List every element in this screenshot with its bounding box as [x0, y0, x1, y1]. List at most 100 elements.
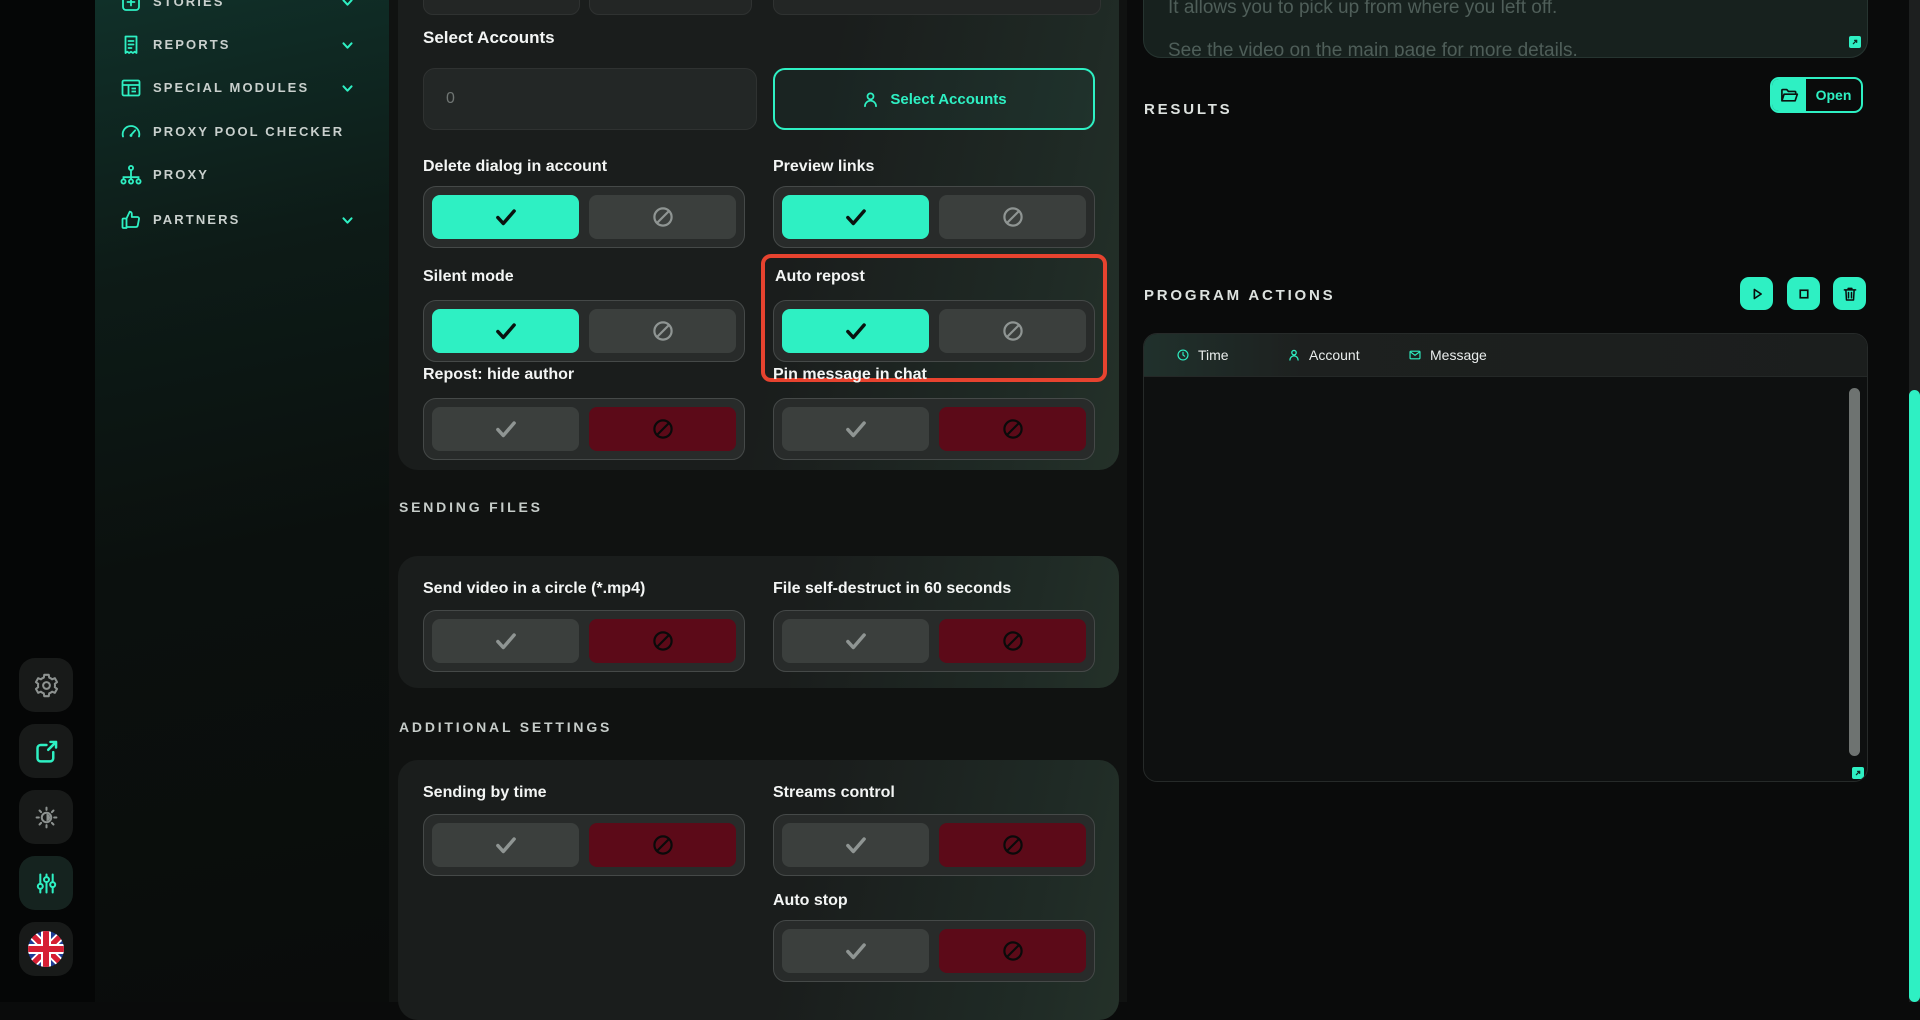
ban-icon — [1001, 205, 1025, 229]
sidebar-item-proxy-pool-checker[interactable]: PROXY POOL CHECKER — [95, 117, 389, 147]
toggle-yes-button[interactable] — [432, 619, 579, 663]
ban-icon — [651, 629, 675, 653]
thumbs-up-icon — [119, 208, 143, 232]
resize-arrow-icon — [1850, 37, 1860, 47]
settings-column: Select Accounts Select Accounts Delete d… — [389, 0, 1127, 1002]
toggle-yes-button[interactable] — [782, 823, 929, 867]
toggle-yes-button[interactable] — [782, 195, 929, 239]
clock-icon — [1176, 348, 1190, 362]
start-button[interactable] — [1740, 277, 1773, 310]
info-line-2: See the video on the main page for more … — [1168, 40, 1578, 58]
theme-brightness-button[interactable] — [19, 790, 73, 844]
receipt-icon — [119, 33, 143, 57]
person-icon — [1287, 348, 1301, 362]
sidebar-item-label: PROXY POOL CHECKER — [153, 124, 344, 139]
plus-square-icon — [119, 0, 143, 14]
page-scrollbar-thumb[interactable] — [1909, 390, 1920, 1002]
external-link-icon — [33, 738, 60, 765]
select-accounts-button-label: Select Accounts — [890, 91, 1006, 108]
sidebar-item-stories[interactable]: STORIES — [95, 0, 389, 17]
toggle-no-button[interactable] — [939, 309, 1086, 353]
toggle-no-button[interactable] — [589, 195, 736, 239]
additional-settings-header: ADDITIONAL SETTINGS — [399, 719, 612, 735]
settings-button[interactable] — [19, 658, 73, 712]
check-icon — [843, 416, 869, 442]
toggle-yes-button[interactable] — [782, 619, 929, 663]
toggle-no-button[interactable] — [939, 823, 1086, 867]
toggle-yes-button[interactable] — [432, 407, 579, 451]
toggle-send-video-circle — [423, 610, 745, 672]
column-label: Account — [1309, 347, 1360, 363]
messaging-settings-card: Select Accounts Select Accounts Delete d… — [398, 0, 1119, 470]
select-accounts-button[interactable]: Select Accounts — [773, 68, 1095, 130]
ban-icon — [1001, 417, 1025, 441]
toggle-label: Preview links — [773, 158, 874, 176]
toggle-repost-hide-author — [423, 398, 745, 460]
ban-icon — [1001, 629, 1025, 653]
toggle-yes-button[interactable] — [782, 929, 929, 973]
check-icon — [493, 832, 519, 858]
open-results-button[interactable]: Open — [1770, 77, 1863, 113]
stop-icon — [1795, 285, 1813, 303]
toggle-auto-repost — [773, 300, 1095, 362]
table-header: Time Account Message — [1144, 334, 1867, 377]
toggle-label: Silent mode — [423, 268, 514, 286]
toggle-yes-button[interactable] — [782, 407, 929, 451]
resize-handle[interactable] — [1849, 36, 1861, 48]
accounts-count-input[interactable] — [423, 68, 757, 130]
external-link-button[interactable] — [19, 724, 73, 778]
sidebar-item-label: REPORTS — [153, 37, 231, 52]
ban-icon — [651, 205, 675, 229]
left-icon-rail — [0, 0, 95, 1002]
toggle-silent-mode — [423, 300, 745, 362]
toggle-preview-links — [773, 186, 1095, 248]
sidebar-item-label: SPECIAL MODULES — [153, 80, 309, 95]
toggle-yes-button[interactable] — [782, 309, 929, 353]
toggle-no-button[interactable] — [939, 929, 1086, 973]
sidebar-item-special-modules[interactable]: SPECIAL MODULES — [95, 73, 389, 103]
resize-arrow-icon — [1853, 768, 1863, 778]
clipped-input-3[interactable] — [773, 0, 1101, 15]
sidebar-item-reports[interactable]: REPORTS — [95, 30, 389, 60]
toggle-no-button[interactable] — [589, 309, 736, 353]
ban-icon — [1001, 833, 1025, 857]
toggle-no-button[interactable] — [939, 195, 1086, 239]
column-account: Account — [1287, 334, 1360, 376]
toggle-label: Auto repost — [775, 268, 865, 286]
program-actions-header: PROGRAM ACTIONS — [1144, 287, 1335, 304]
clipped-input-1[interactable] — [423, 0, 580, 15]
toggle-no-button[interactable] — [589, 823, 736, 867]
toggle-yes-button[interactable] — [432, 309, 579, 353]
preferences-sliders-button[interactable] — [19, 856, 73, 910]
clipped-input-2[interactable] — [589, 0, 752, 15]
language-button[interactable] — [19, 922, 73, 976]
open-folder-icon — [1772, 79, 1806, 111]
ban-icon — [1001, 939, 1025, 963]
sidebar-item-partners[interactable]: PARTNERS — [95, 205, 389, 235]
toggle-no-button[interactable] — [589, 619, 736, 663]
info-line-1: It allows you to pick up from where you … — [1168, 0, 1557, 19]
toggle-label: Auto stop — [773, 892, 848, 910]
ban-icon — [651, 319, 675, 343]
toggle-no-button[interactable] — [939, 619, 1086, 663]
sliders-icon — [33, 870, 60, 897]
toggle-no-button[interactable] — [939, 407, 1086, 451]
sidebar-item-proxy[interactable]: PROXY — [95, 160, 389, 190]
info-panel: It allows you to pick up from where you … — [1143, 0, 1868, 58]
gauge-icon — [119, 120, 143, 144]
toggle-yes-button[interactable] — [432, 195, 579, 239]
toggle-label: Delete dialog in account — [423, 158, 607, 176]
sidebar: STORIES REPORTS SPECIAL MODULES PROXY PO… — [95, 0, 389, 1002]
toggle-label: Send video in a circle (*.mp4) — [423, 580, 645, 598]
table-scrollbar-thumb[interactable] — [1849, 388, 1860, 756]
stop-button[interactable] — [1787, 277, 1820, 310]
additional-settings-card: Sending by time Streams control Auto sto… — [398, 760, 1119, 1020]
chevron-down-icon — [340, 81, 355, 96]
toggle-yes-button[interactable] — [432, 823, 579, 867]
check-icon — [493, 318, 519, 344]
sidebar-item-label: STORIES — [153, 0, 225, 9]
resize-handle[interactable] — [1852, 767, 1864, 779]
toggle-no-button[interactable] — [589, 407, 736, 451]
clear-button[interactable] — [1833, 277, 1866, 310]
check-icon — [493, 204, 519, 230]
